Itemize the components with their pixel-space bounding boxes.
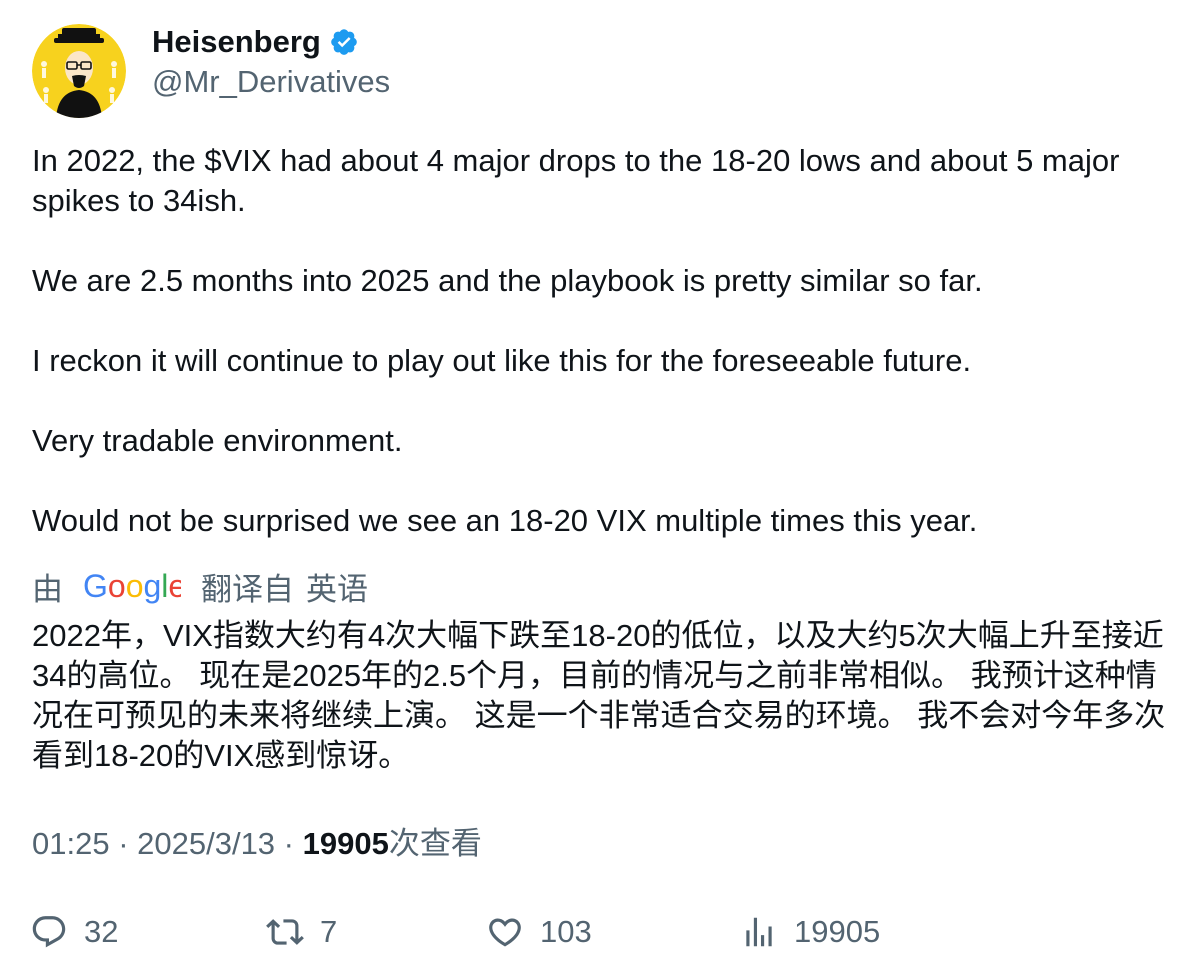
action-bar: 32 7 103 19905 [30,908,1170,956]
verified-badge-icon [329,27,359,57]
heart-icon [486,913,524,951]
tweet-text: In 2022, the $VIX had about 4 major drop… [32,141,1172,541]
avatar[interactable] [32,24,126,118]
handle[interactable]: @Mr_Derivatives [152,62,390,102]
tweet-paragraph: I reckon it will continue to play out li… [32,343,972,378]
meta-separator: · [109,826,138,861]
analytics-count: 19905 [794,914,881,949]
source-language: 英语 [306,571,368,607]
views-label: 次查看 [388,826,482,861]
author-names: Heisenberg @Mr_Derivatives [152,24,390,102]
translated-from-label: 翻译自 [201,571,294,607]
reply-icon [30,913,68,951]
translated-text: 2022年，VIX指数大约有4次大幅下跌至18-20的低位，以及大约5次大幅上升… [32,618,1166,773]
tweet-paragraph: Would not be surprised we see an 18-20 V… [32,503,978,538]
svg-text:Google: Google [83,568,181,604]
analytics-icon [740,913,778,951]
analytics-button[interactable]: 19905 [740,908,880,956]
display-name-row: Heisenberg [152,24,390,60]
views-count: 19905 [302,826,389,861]
retweet-count: 7 [320,914,338,949]
reply-count: 32 [84,914,119,949]
tweet-date[interactable]: 2025/3/13 [137,826,275,861]
google-logo-icon: Google [83,566,186,606]
retweet-icon [266,913,304,951]
tweet-header: Heisenberg @Mr_Derivatives [32,24,390,120]
display-name[interactable]: Heisenberg [152,24,321,60]
like-button[interactable]: 103 [486,908,592,956]
tweet-paragraph: In 2022, the $VIX had about 4 major drop… [32,143,1129,218]
tweet-time[interactable]: 01:25 [32,826,110,861]
meta-separator: · [275,826,303,861]
translation-by-label: 由 [32,571,63,607]
like-count: 103 [540,914,592,949]
retweet-button[interactable]: 7 [266,908,337,956]
translation-attribution: 由 Google 翻译自 英语 [32,566,368,607]
avatar-image [32,24,126,118]
tweet-paragraph: We are 2.5 months into 2025 and the play… [32,263,983,298]
tweet-paragraph: Very tradable environment. [32,423,403,458]
tweet-meta: 01:25 · 2025/3/13 · 19905次查看 [32,824,482,864]
reply-button[interactable]: 32 [30,908,118,956]
